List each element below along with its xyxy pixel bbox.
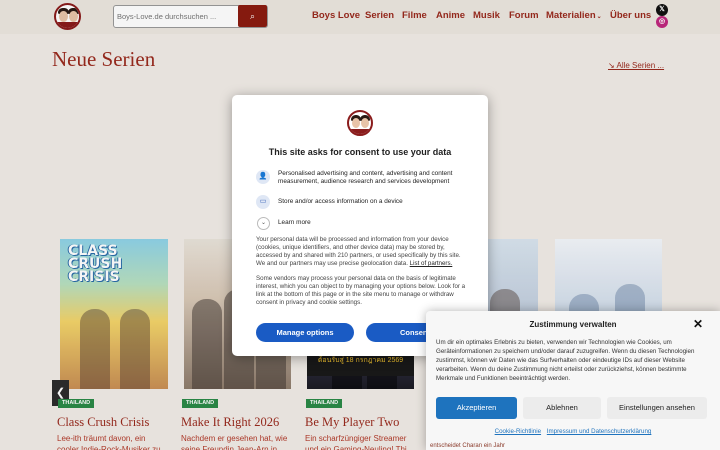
imprint-privacy-link[interactable]: Impressum und Datenschutzerklärung — [547, 428, 652, 435]
person-icon: 👤 — [256, 170, 270, 184]
purpose-text: Store and/or access information on a dev… — [278, 198, 403, 205]
cookie-text: Um dir ein optimales Erlebnis zu bieten,… — [436, 339, 695, 382]
partners-link[interactable]: List of partners. — [410, 260, 453, 267]
learn-more-toggle[interactable]: Learn more — [278, 219, 311, 226]
site-logo — [347, 110, 373, 136]
logo-face — [352, 118, 360, 128]
consent-heading: This site asks for consent to use your d… — [268, 147, 452, 157]
close-icon[interactable]: ✕ — [693, 317, 703, 331]
purpose-text: Personalised advertising and content, ad… — [278, 170, 453, 186]
series-description: entscheidet Charan ein Jahr — [430, 443, 506, 449]
cookie-title: Zustimmung verwalten — [529, 320, 617, 329]
logo-face — [361, 118, 369, 128]
chevron-down-icon[interactable]: ⌄ — [257, 217, 270, 230]
cookie-consent-panel: Zustimmung verwalten ✕ Um dir ein optima… — [426, 311, 720, 450]
view-preferences-button[interactable]: Einstellungen ansehen — [607, 397, 707, 419]
consent-body-2: Some vendors may process your personal d… — [256, 275, 466, 306]
accept-button[interactable]: Akzeptieren — [436, 397, 517, 419]
deny-button[interactable]: Ablehnen — [523, 397, 601, 419]
consent-body-text: Your personal data will be processed and… — [256, 236, 468, 268]
cookie-policy-link[interactable]: Cookie-Richtlinie — [495, 428, 541, 435]
manage-options-button[interactable]: Manage options — [256, 323, 354, 342]
cookie-links: Cookie-Richtlinie Impressum und Datensch… — [426, 428, 720, 435]
device-icon: ▭ — [256, 195, 270, 209]
logo-band — [349, 129, 371, 134]
